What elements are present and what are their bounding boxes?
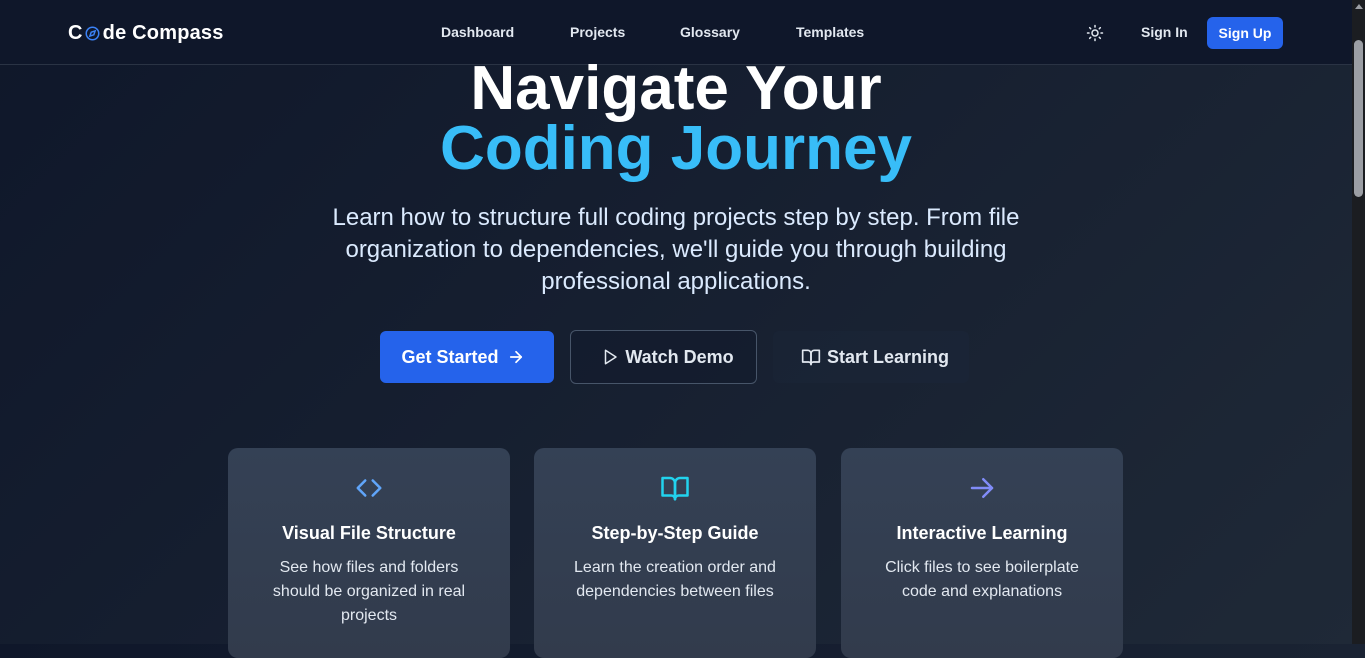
- play-icon: [605, 349, 618, 365]
- sign-up-button[interactable]: Sign Up: [1207, 17, 1283, 49]
- book-open-icon: [534, 473, 816, 503]
- arrow-right-icon: [509, 350, 522, 364]
- feature-description: Learn the creation order and dependencie…: [574, 559, 776, 600]
- sun-icon: [1086, 24, 1104, 42]
- sign-in-button[interactable]: Sign In: [1141, 24, 1188, 40]
- feature-title: Interactive Learning: [896, 523, 1068, 543]
- hero-title-line2: Coding Journey: [440, 114, 912, 183]
- nav-dashboard[interactable]: Dashboard: [441, 24, 514, 40]
- get-started-label: Get Started: [401, 346, 499, 367]
- feature-card-step-by-step-guide: Step-by-Step Guide Learn the creation or…: [534, 448, 816, 658]
- watch-demo-button[interactable]: Watch Demo: [570, 330, 757, 384]
- nav-templates[interactable]: Templates: [796, 24, 864, 40]
- feature-title: Step-by-Step Guide: [591, 523, 759, 543]
- nav-glossary[interactable]: Glossary: [680, 24, 740, 40]
- logo-text-prefix: C: [68, 21, 83, 44]
- start-learning-button[interactable]: Start Learning: [773, 331, 969, 383]
- hero-title-line1: Navigate Your: [470, 54, 882, 123]
- feature-description: Click files to see boilerplate code and …: [885, 559, 1079, 600]
- logo-text-suffix: de Compass: [102, 21, 224, 44]
- get-started-button[interactable]: Get Started: [380, 331, 554, 383]
- arrow-right-icon: [841, 473, 1123, 503]
- scrollbar-thumb[interactable]: [1354, 40, 1363, 197]
- feature-title: Visual File Structure: [282, 523, 456, 543]
- hero-subtitle: Learn how to structure full coding proje…: [332, 204, 1020, 295]
- scroll-up-arrow[interactable]: [1355, 4, 1363, 9]
- theme-toggle-button[interactable]: [1083, 21, 1107, 45]
- watch-demo-label: Watch Demo: [625, 346, 734, 367]
- start-learning-label: Start Learning: [826, 346, 950, 367]
- book-open-icon: [801, 349, 821, 366]
- compass-icon: [85, 24, 100, 40]
- logo[interactable]: C de Compass: [68, 20, 224, 46]
- code-icon: [228, 473, 510, 503]
- feature-description: See how files and folders should be orga…: [272, 559, 466, 624]
- feature-card-visual-file-structure: Visual File Structure See how files and …: [228, 448, 510, 658]
- feature-card-interactive-learning: Interactive Learning Click files to see …: [841, 448, 1123, 658]
- nav-projects[interactable]: Projects: [570, 24, 625, 40]
